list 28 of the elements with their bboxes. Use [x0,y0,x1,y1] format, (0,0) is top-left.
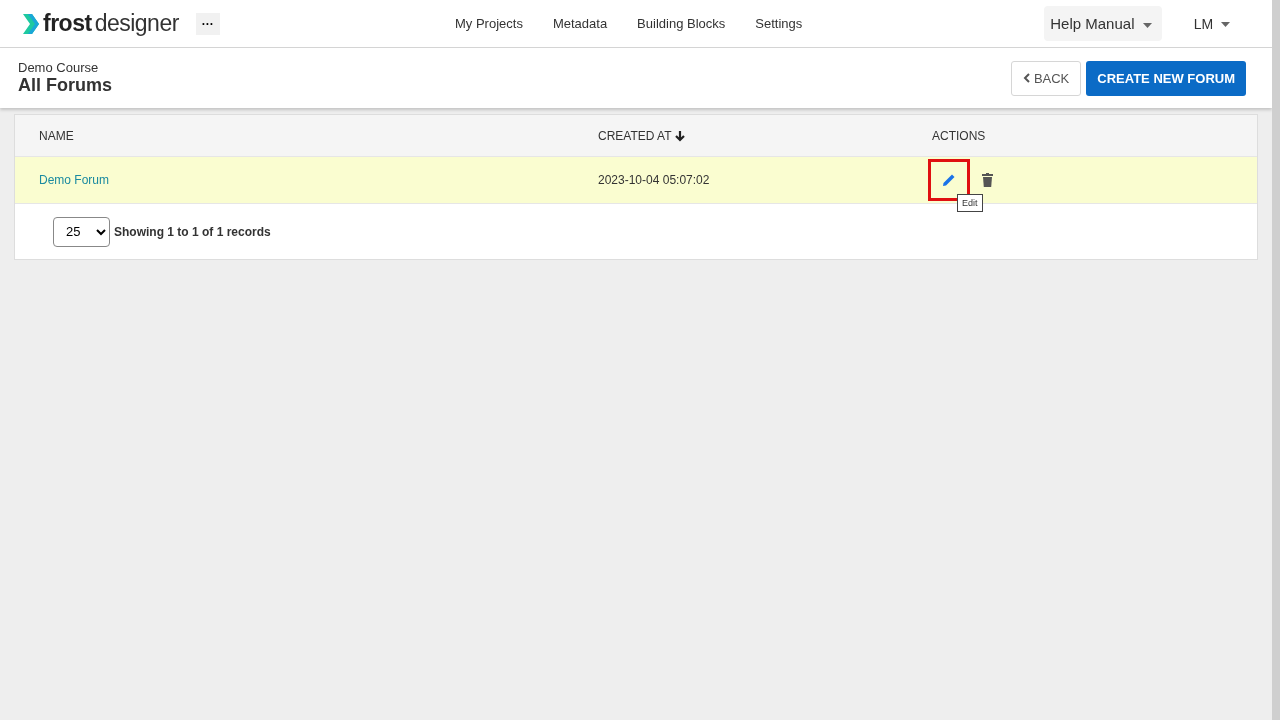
chevron-left-icon [1022,73,1030,83]
create-forum-button[interactable]: CREATE NEW FORUM [1086,60,1246,96]
column-header[interactable]: NAME [39,128,74,143]
caret-icon [1221,22,1230,28]
help-menu[interactable]: Help Manual [1044,6,1162,41]
nav-link[interactable]: Metadata [552,16,608,31]
pencil-icon [942,173,956,187]
back-button[interactable]: BACK [1010,60,1082,96]
breadcrumb[interactable]: Demo Course [18,60,112,75]
column-header[interactable]: ACTIONS [932,128,986,143]
records-summary: Showing 1 to 1 of 1 records [114,224,271,239]
nav-link[interactable]: Building Blocks [637,16,726,31]
logo-icon [22,12,40,35]
nav-link[interactable]: My Projects [455,16,523,31]
column-header[interactable]: CREATED AT [598,128,685,143]
page-title: All Forums [18,75,112,96]
scrollbar[interactable] [1272,0,1280,720]
logo-text: frostdesigner [43,10,179,37]
tooltip: Edit [957,194,983,212]
nav-link[interactable]: Settings [755,16,803,31]
page-size-select[interactable]: 25 [53,216,110,247]
table-cell: 2023-10-04 05:07:02 [598,173,710,187]
user-menu[interactable]: LM [1187,14,1236,33]
more-button[interactable]: ··· [195,12,220,35]
sort-arrow-icon [674,129,685,142]
forum-link[interactable]: Demo Forum [39,173,109,187]
trash-icon[interactable] [982,173,993,187]
caret-icon [1142,22,1152,28]
